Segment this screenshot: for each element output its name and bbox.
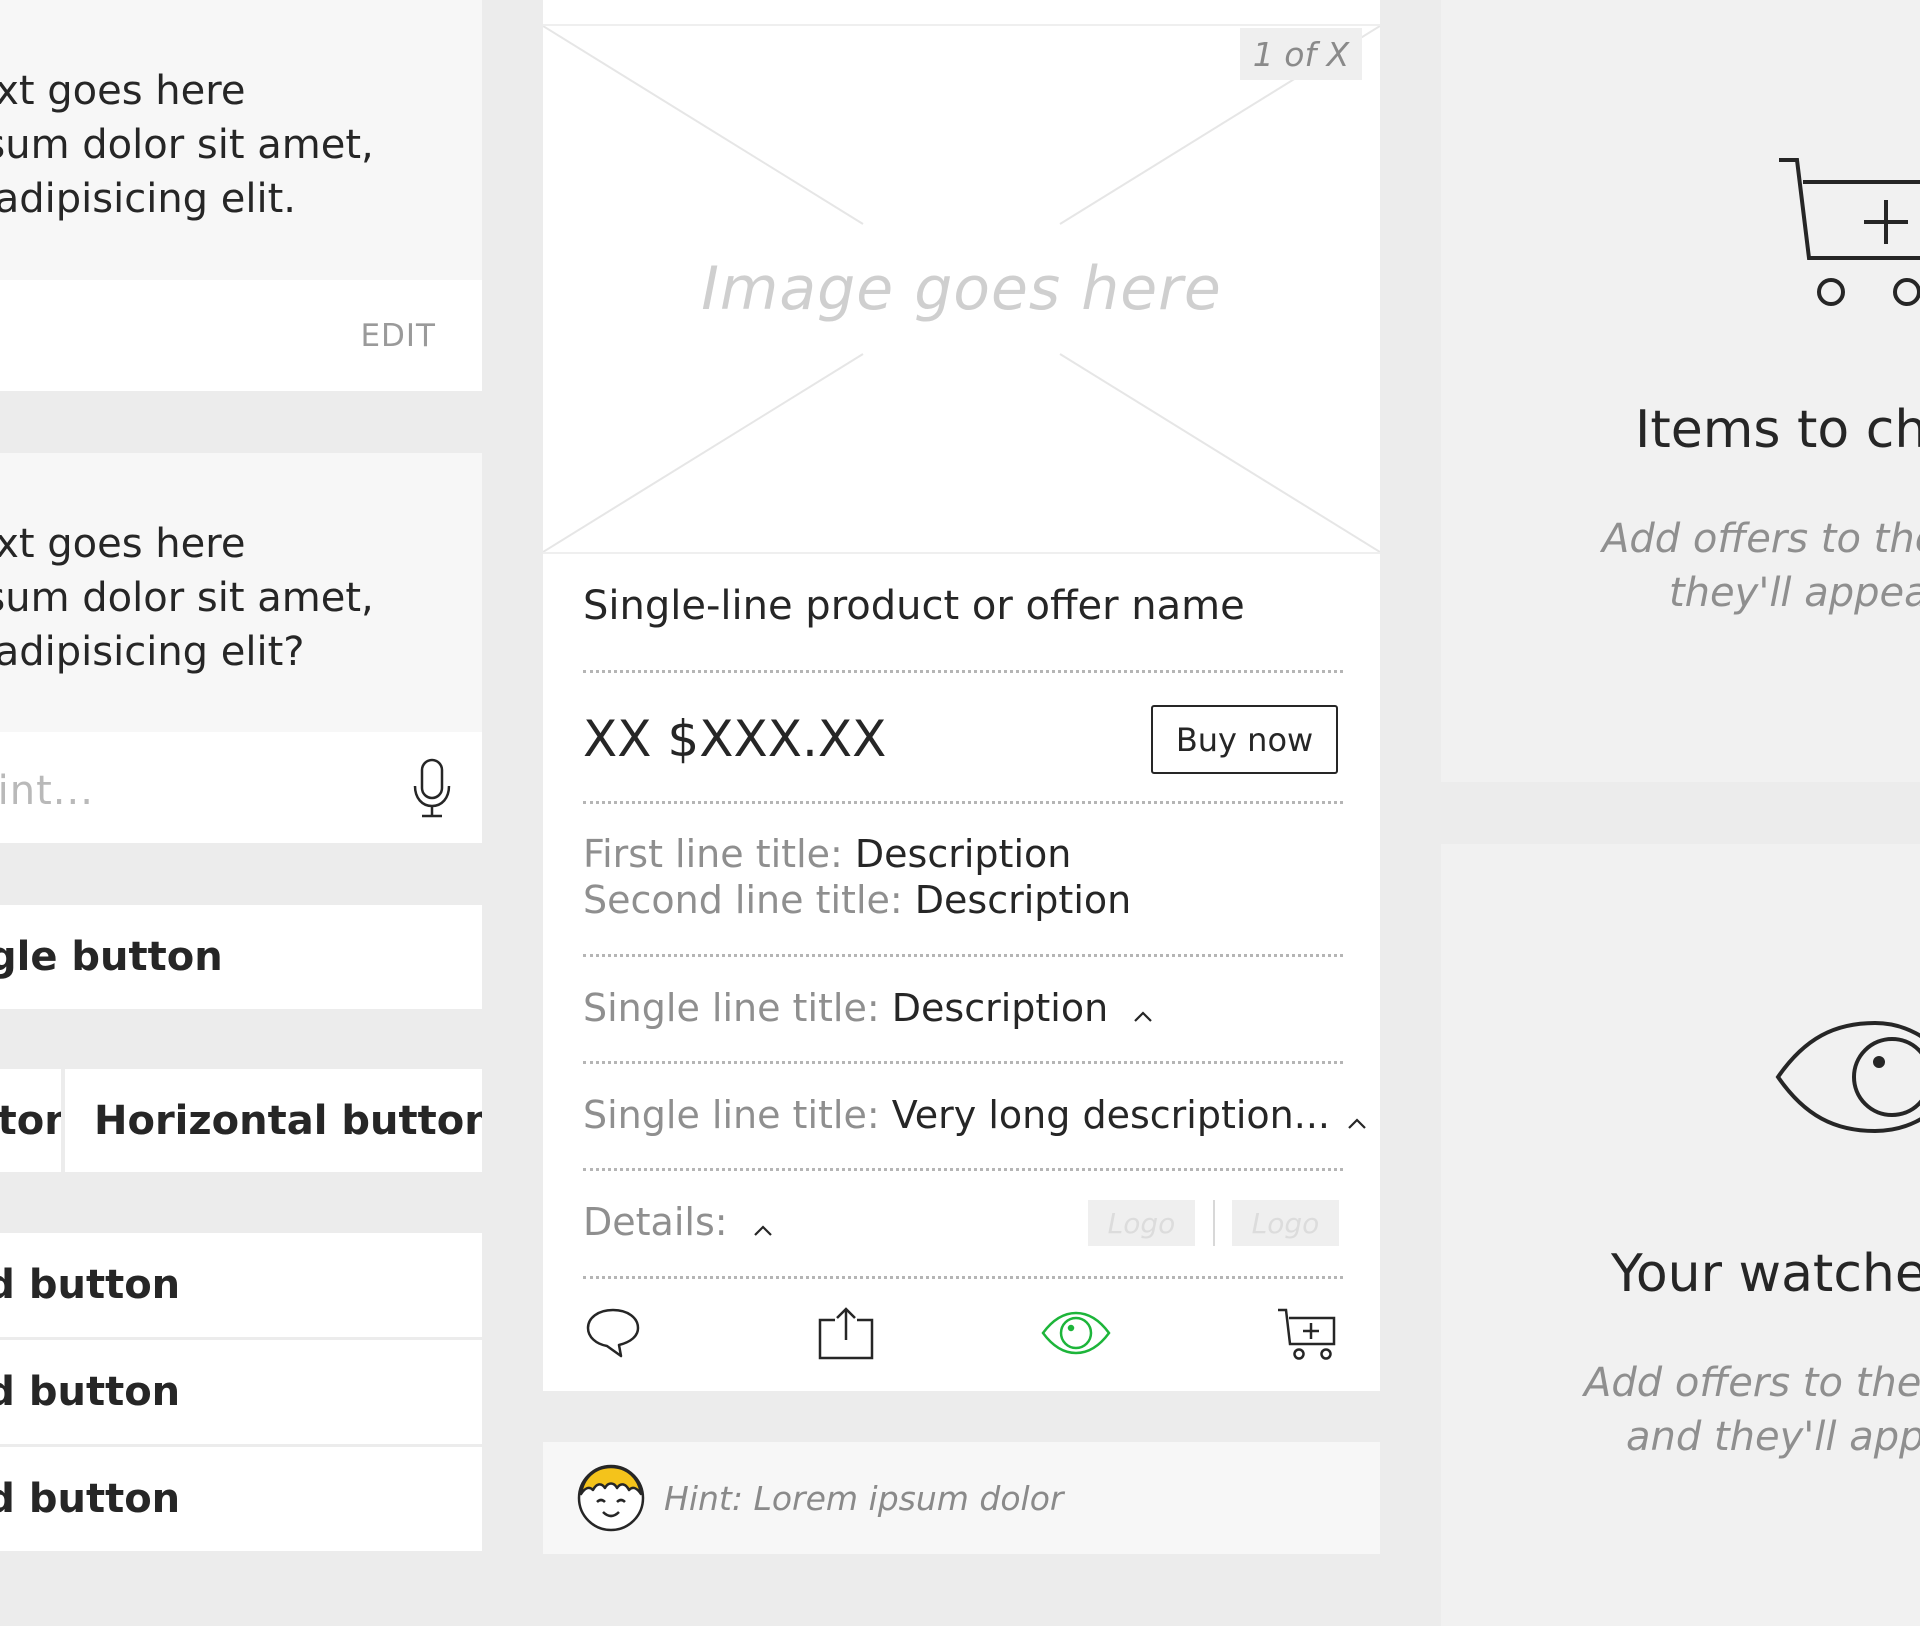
reply-input[interactable]: Reply with a hint... bbox=[0, 732, 482, 843]
spec-key: Second line title: bbox=[583, 878, 903, 922]
stacked-button[interactable]: Stacked button bbox=[0, 1233, 482, 1337]
spec-value: Description bbox=[914, 878, 1132, 922]
reply-input-placeholder: Reply with a hint... bbox=[0, 768, 94, 814]
add-to-cart-icon[interactable] bbox=[1276, 1306, 1338, 1366]
share-icon[interactable] bbox=[817, 1306, 875, 1364]
question-line: Question text goes here bbox=[0, 68, 246, 114]
product-price: XX $XXX.XX bbox=[583, 710, 887, 768]
question-text: Question text goes here Lorem ipsum dolo… bbox=[0, 453, 482, 732]
question-line: consectetur adipisicing elit. bbox=[0, 176, 297, 222]
microphone-icon[interactable] bbox=[412, 758, 452, 824]
single-button[interactable]: Single button bbox=[0, 905, 482, 1009]
expandable-spec-row[interactable]: Single line title: Description bbox=[583, 986, 1154, 1033]
spec-row: Second line title: Description bbox=[583, 878, 1131, 922]
hint-card: Hint: Lorem ipsum dolor bbox=[543, 1442, 1380, 1554]
stacked-button[interactable]: Stacked button bbox=[0, 1447, 482, 1551]
question-line: Lorem ipsum dolor sit amet, bbox=[0, 122, 374, 168]
horizontal-button-label: Horizontal button bbox=[0, 1097, 61, 1144]
single-button-label: Single button bbox=[0, 934, 223, 980]
horizontal-button[interactable]: Horizontal button bbox=[0, 1069, 61, 1172]
comment-icon[interactable] bbox=[585, 1306, 641, 1362]
assistant-avatar-icon bbox=[577, 1464, 645, 1536]
spec-key: Single line title: bbox=[583, 986, 880, 1030]
edit-link[interactable]: EDIT bbox=[360, 318, 436, 354]
question-line: Question text goes here bbox=[0, 521, 246, 567]
spec-value: Description bbox=[854, 832, 1072, 876]
watch-empty-title: Your watched items bbox=[1611, 1244, 1920, 1304]
stacked-button-label: Stacked button bbox=[0, 1476, 181, 1522]
details-row[interactable]: Details: bbox=[583, 1200, 774, 1247]
image-placeholder-caption: Image goes here bbox=[701, 254, 1222, 324]
product-image-placeholder[interactable]: Image goes here 1 of X bbox=[543, 24, 1380, 554]
watch-empty-subtitle: Add offers to the watch list bbox=[1584, 1360, 1920, 1406]
spec-key: Single line title: bbox=[583, 1093, 880, 1137]
buy-now-button[interactable]: Buy now bbox=[1151, 705, 1338, 774]
question-card: Question text goes here Lorem ipsum dolo… bbox=[0, 453, 482, 843]
spec-value: Description bbox=[891, 986, 1109, 1030]
cart-empty-subtitle: Add offers to the cart and bbox=[1602, 516, 1920, 562]
watch-empty-subtitle: and they'll appear here bbox=[1626, 1414, 1920, 1460]
cart-empty-state: Items to check out Add offers to the car… bbox=[1441, 0, 1920, 782]
divider bbox=[583, 1061, 1343, 1064]
logo-separator bbox=[1213, 1200, 1215, 1246]
question-footer: EDIT bbox=[0, 280, 482, 391]
product-card: Image goes here 1 of X Single-line produ… bbox=[543, 0, 1380, 1391]
stacked-button[interactable]: Stacked button bbox=[0, 1340, 482, 1444]
horizontal-button[interactable]: Horizontal button bbox=[65, 1069, 482, 1172]
chevron-up-icon[interactable] bbox=[752, 1203, 774, 1247]
question-card: Question text goes here Lorem ipsum dolo… bbox=[0, 0, 482, 391]
divider bbox=[583, 801, 1343, 804]
image-pager: 1 of X bbox=[1240, 28, 1362, 80]
expandable-spec-row[interactable]: Single line title: Very long description… bbox=[583, 1093, 1368, 1140]
chevron-up-icon[interactable] bbox=[1346, 1096, 1368, 1140]
hint-text: Hint: Lorem ipsum dolor bbox=[664, 1478, 1064, 1518]
watch-empty-state: Your watched items Add offers to the wat… bbox=[1441, 844, 1920, 1626]
question-text: Question text goes here Lorem ipsum dolo… bbox=[0, 0, 482, 280]
horizontal-button-group: Horizontal button Horizontal button bbox=[0, 1069, 482, 1172]
cart-empty-subtitle: they'll appear here bbox=[1669, 570, 1920, 616]
stacked-button-label: Stacked button bbox=[0, 1262, 181, 1308]
watch-eye-icon bbox=[1775, 1020, 1920, 1138]
details-label: Details: bbox=[583, 1200, 728, 1244]
divider bbox=[583, 954, 1343, 957]
chevron-up-icon[interactable] bbox=[1132, 989, 1154, 1033]
cart-empty-title: Items to check out bbox=[1635, 400, 1920, 460]
divider bbox=[583, 670, 1343, 673]
question-line: Lorem ipsum dolor sit amet, bbox=[0, 575, 374, 621]
stacked-button-label: Stacked button bbox=[0, 1369, 181, 1415]
partner-logo: Logo bbox=[1088, 1200, 1195, 1246]
spec-value: Very long description... bbox=[891, 1093, 1330, 1137]
spec-key: First line title: bbox=[583, 832, 843, 876]
watch-eye-icon[interactable] bbox=[1040, 1310, 1112, 1360]
divider bbox=[583, 1168, 1343, 1171]
divider bbox=[583, 1276, 1343, 1279]
horizontal-button-label: Horizontal button bbox=[94, 1097, 482, 1144]
add-to-cart-icon bbox=[1777, 156, 1920, 312]
partner-logo: Logo bbox=[1232, 1200, 1339, 1246]
spec-row: First line title: Description bbox=[583, 832, 1071, 876]
product-name: Single-line product or offer name bbox=[583, 583, 1245, 629]
question-line: consectetur adipisicing elit? bbox=[0, 629, 305, 675]
